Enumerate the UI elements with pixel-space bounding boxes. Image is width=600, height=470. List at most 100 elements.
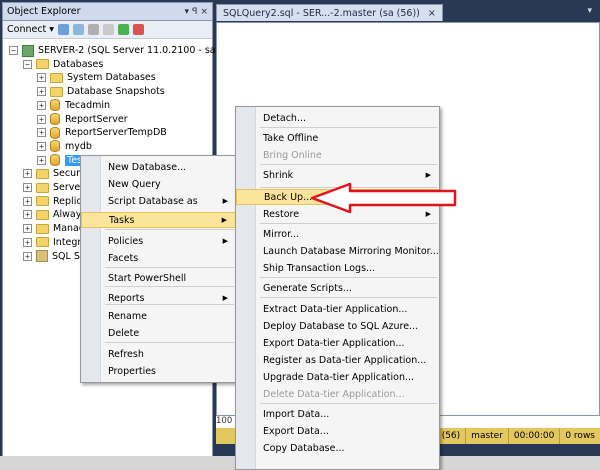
- filter-icon[interactable]: [103, 24, 115, 35]
- submenu-item[interactable]: Mirror...: [236, 226, 439, 242]
- menu-item-label: Delete: [108, 327, 140, 339]
- menu-item[interactable]: Properties: [81, 363, 236, 379]
- connect-button[interactable]: Connect ▾: [7, 24, 54, 35]
- tree-node[interactable]: + ReportServer: [37, 113, 128, 126]
- stop-icon[interactable]: [88, 24, 100, 35]
- menu-item[interactable]: Facets: [81, 250, 236, 266]
- submenu-item[interactable]: Deploy Database to SQL Azure...: [236, 318, 439, 334]
- expand-icon[interactable]: +: [37, 141, 46, 151]
- menu-item-label: Tasks: [109, 214, 135, 226]
- submenu-arrow-icon: ▶: [425, 171, 431, 179]
- submenu-item[interactable]: Ship Transaction Logs...: [236, 260, 439, 276]
- submenu-item[interactable]: Export Data-tier Application...: [236, 335, 439, 351]
- folder-icon: [36, 196, 49, 207]
- submenu-item[interactable]: Detach...: [236, 110, 439, 126]
- object-explorer-titlebar: Object Explorer ▾ ꟼ ×: [3, 3, 212, 21]
- tab-dropdown-icon[interactable]: ▾: [587, 6, 592, 16]
- menu-item[interactable]: Refresh: [81, 346, 236, 362]
- tree-node-label: System Databases: [67, 72, 156, 84]
- menu-separator: [105, 229, 234, 230]
- menu-item[interactable]: Tasks ▶: [81, 212, 236, 228]
- database-icon: [50, 99, 60, 112]
- expand-icon[interactable]: +: [37, 73, 46, 83]
- folder-icon: [36, 209, 49, 220]
- menu-item[interactable]: Delete: [81, 325, 236, 341]
- red-arrow-annotation: [310, 182, 457, 214]
- menu-item[interactable]: Rename: [81, 308, 236, 324]
- status-time: 00:00:00: [507, 428, 559, 444]
- submenu-item[interactable]: Register as Data-tier Application...: [236, 352, 439, 368]
- expand-icon[interactable]: +: [37, 87, 46, 97]
- tree-node-label: Databases: [53, 58, 104, 70]
- submenu-item-label: Mirror...: [263, 228, 300, 240]
- submenu-item[interactable]: Upgrade Data-tier Application...: [236, 369, 439, 385]
- menu-item[interactable]: Start PowerShell: [81, 270, 236, 286]
- submenu-item-label: Generate Scripts...: [263, 282, 352, 294]
- submenu-item[interactable]: Import Data...: [236, 406, 439, 422]
- menu-separator: [260, 223, 437, 224]
- tree-node-label: Tecadmin: [65, 99, 111, 111]
- menu-separator: [260, 277, 437, 278]
- submenu-item-label: Bring Online: [263, 149, 322, 161]
- folder-icon: [50, 86, 63, 97]
- submenu-item-label: Export Data-tier Application...: [263, 337, 405, 349]
- submenu-item[interactable]: Take Offline: [236, 130, 439, 146]
- menu-item[interactable]: New Database...: [81, 159, 236, 175]
- submenu-arrow-icon: ▶: [221, 216, 227, 224]
- submenu-item[interactable]: Extract Data-tier Application...: [236, 301, 439, 317]
- menu-separator: [260, 127, 437, 128]
- menu-item[interactable]: New Query: [81, 176, 236, 192]
- folder-icon: [36, 168, 49, 179]
- close-icon[interactable]: ×: [200, 7, 208, 17]
- collapse-icon[interactable]: −: [9, 46, 18, 55]
- submenu-item-label: Take Offline: [263, 132, 319, 144]
- submenu-item[interactable]: Launch Database Mirroring Monitor...: [236, 243, 439, 259]
- submenu-item-label: Ship Transaction Logs...: [263, 262, 376, 274]
- pin-icon[interactable]: ꟼ: [192, 7, 197, 17]
- folder-icon: [36, 223, 49, 234]
- status-rows: 0 rows: [559, 428, 600, 444]
- menu-separator: [105, 267, 234, 268]
- expand-icon[interactable]: +: [23, 237, 32, 247]
- expand-icon[interactable]: +: [23, 251, 32, 261]
- tree-node[interactable]: − SERVER-2 (SQL Server 11.0.2100 - sa): [9, 44, 219, 57]
- submenu-item-label: Extract Data-tier Application...: [263, 303, 408, 315]
- menu-item[interactable]: Reports ▶: [81, 290, 236, 306]
- menu-separator: [260, 297, 437, 298]
- expand-icon[interactable]: +: [23, 169, 32, 179]
- menu-separator: [105, 286, 234, 287]
- submenu-item[interactable]: Copy Database...: [236, 440, 439, 456]
- submenu-item-label: Deploy Database to SQL Azure...: [263, 320, 419, 332]
- disconnect-icon[interactable]: [73, 24, 85, 35]
- tree-node[interactable]: + ReportServerTempDB: [37, 126, 167, 139]
- expand-icon[interactable]: +: [37, 128, 46, 138]
- tree-node-label: SERVER-2 (SQL Server 11.0.2100 - sa): [38, 45, 220, 56]
- submenu-item[interactable]: Generate Scripts...: [236, 280, 439, 296]
- collapse-icon[interactable]: −: [23, 59, 32, 69]
- expand-icon[interactable]: +: [23, 196, 32, 206]
- menu-item[interactable]: Script Database as ▶: [81, 193, 236, 209]
- refresh-icon[interactable]: [118, 24, 130, 35]
- expand-icon[interactable]: +: [23, 183, 32, 192]
- object-explorer-toolbar: Connect ▾: [3, 21, 212, 39]
- connect-icon[interactable]: [58, 24, 70, 35]
- submenu-item[interactable]: Shrink ▶: [236, 167, 439, 183]
- expand-icon[interactable]: +: [23, 210, 32, 220]
- expand-icon[interactable]: +: [37, 100, 46, 110]
- tree-node[interactable]: + Tecadmin: [37, 99, 110, 112]
- expand-icon[interactable]: +: [37, 155, 46, 165]
- tab-sqlquery2[interactable]: SQLQuery2.sql - SER...-2.master (sa (56)…: [216, 4, 443, 21]
- submenu-item[interactable]: Export Data...: [236, 423, 439, 439]
- menu-item[interactable]: Policies ▶: [81, 233, 236, 249]
- expand-icon[interactable]: +: [23, 224, 32, 234]
- submenu-arrow-icon: ▶: [222, 197, 228, 205]
- database-icon: [50, 140, 60, 153]
- tree-node[interactable]: + System Databases: [37, 71, 156, 84]
- expand-icon[interactable]: +: [37, 114, 46, 124]
- tab-close-icon[interactable]: ×: [428, 8, 436, 19]
- tree-node[interactable]: + mydb: [37, 140, 92, 153]
- tree-node[interactable]: + Database Snapshots: [37, 85, 165, 98]
- activity-monitor-icon[interactable]: [133, 24, 145, 35]
- dropdown-icon[interactable]: ▾: [184, 7, 189, 17]
- tree-node[interactable]: − Databases: [23, 58, 103, 71]
